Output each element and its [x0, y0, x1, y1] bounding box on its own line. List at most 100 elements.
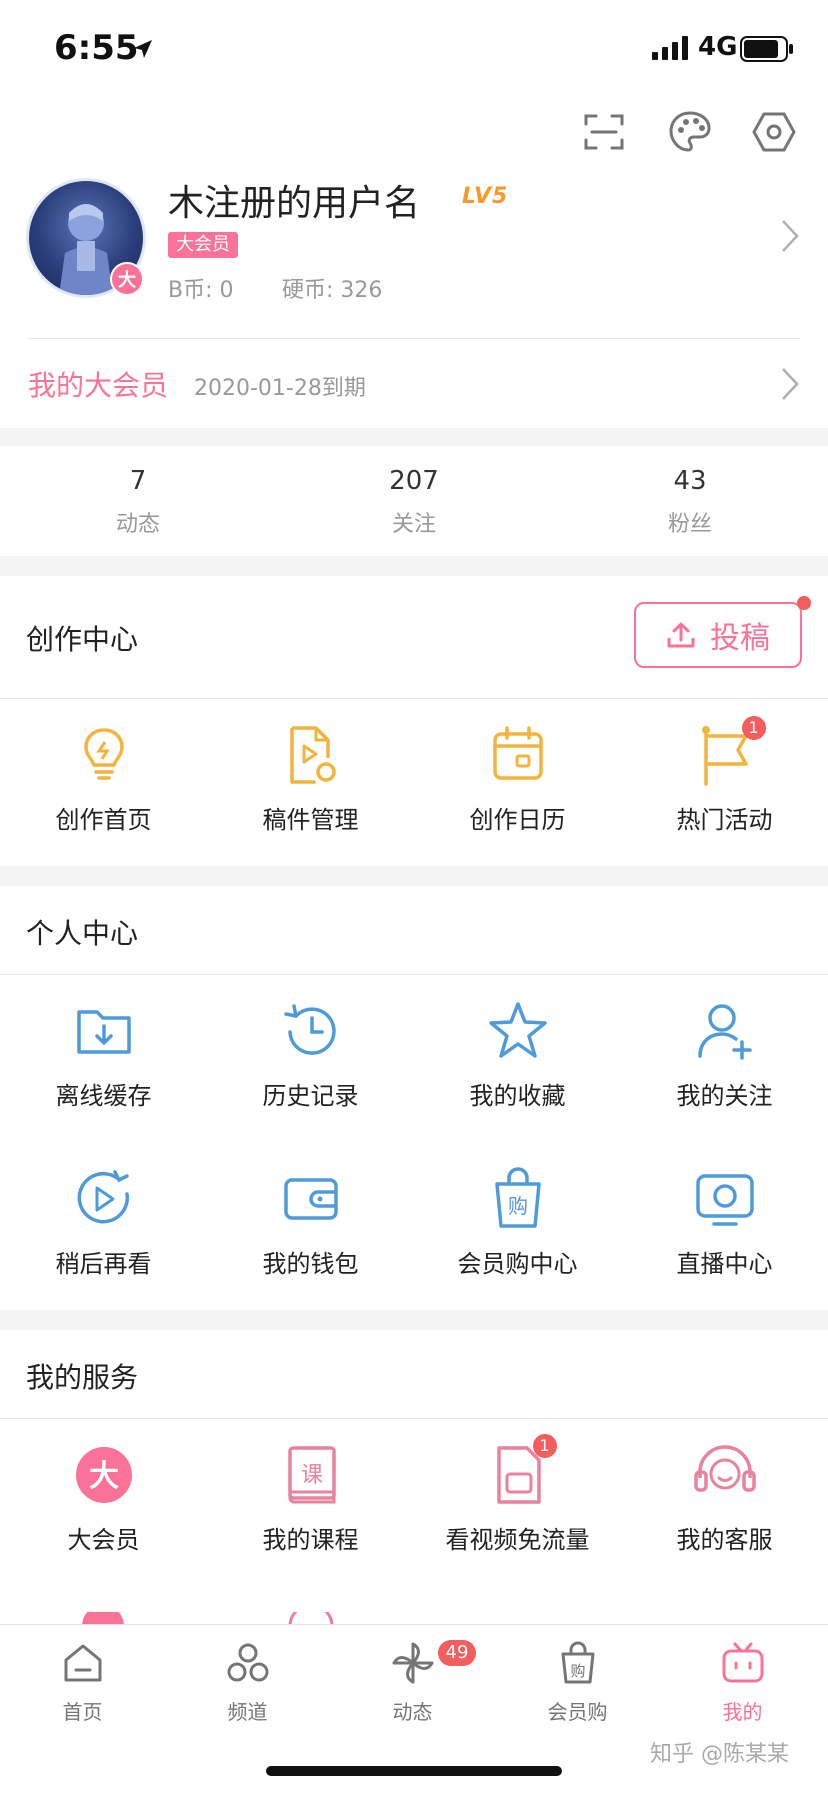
upload-button[interactable]: 投稿 — [634, 602, 802, 668]
manuscript-management[interactable]: 稿件管理 — [207, 720, 414, 835]
tv-mine-icon — [722, 1642, 763, 1683]
hard-coin-count: 硬币: 326 — [282, 278, 383, 303]
tab-mine[interactable]: 我的 — [660, 1640, 825, 1725]
svg-text:课: 课 — [300, 1463, 322, 1488]
watch-later[interactable]: 稍后再看 — [0, 1164, 207, 1279]
section-title: 创作中心 — [26, 623, 139, 656]
creation-home[interactable]: 创作首页 — [0, 720, 207, 835]
stat-dynamics[interactable]: 7 动态 — [0, 466, 276, 538]
grid-label: 热门活动 — [676, 806, 773, 834]
grid-label: 稿件管理 — [262, 806, 359, 834]
grid-label: 看视频免流量 — [445, 1526, 590, 1554]
headset-icon — [693, 1445, 756, 1492]
stat-value: 7 — [129, 466, 147, 496]
grid-label: 直播中心 — [676, 1250, 773, 1278]
watch-later-icon — [77, 1170, 129, 1224]
live-center[interactable]: 直播中心 — [621, 1164, 828, 1279]
header-divider — [28, 338, 800, 339]
tab-home[interactable]: 首页 — [0, 1640, 165, 1725]
grid-label: 创作首页 — [55, 806, 152, 834]
stat-label: 动态 — [115, 512, 160, 537]
free-data-video[interactable]: 1 看视频免流量 — [414, 1434, 621, 1555]
section-divider — [0, 974, 828, 975]
tab-channel[interactable]: 频道 — [165, 1640, 330, 1725]
grid-label: 我的钱包 — [262, 1250, 359, 1278]
tab-member-shop[interactable]: 购 会员购 — [495, 1640, 660, 1725]
download-folder-icon — [76, 1010, 131, 1054]
manuscript-icon — [289, 726, 336, 784]
grid-label: 会员购中心 — [457, 1250, 578, 1278]
dynamic-pinwheel-icon — [392, 1642, 433, 1684]
live-tv-icon — [695, 1174, 754, 1226]
stat-label: 关注 — [391, 512, 436, 537]
calendar-icon — [492, 726, 543, 780]
section-title: 个人中心 — [26, 917, 139, 950]
svg-text:大: 大 — [89, 1459, 119, 1494]
settings-icon[interactable] — [750, 108, 798, 156]
course-book-icon: 课 — [287, 1446, 336, 1504]
tab-label: 首页 — [62, 1700, 103, 1724]
upload-icon — [667, 622, 695, 648]
grid-label: 我的关注 — [676, 1082, 773, 1110]
star-icon — [488, 1002, 547, 1058]
signal-icon — [652, 36, 688, 60]
grid-label: 大会员 — [67, 1526, 140, 1554]
creation-calendar[interactable]: 创作日历 — [414, 720, 621, 835]
tab-label: 会员购 — [547, 1700, 608, 1724]
add-user-icon — [697, 1004, 752, 1060]
vip-avatar-badge: 大 — [110, 262, 144, 296]
palette-icon[interactable] — [666, 108, 714, 156]
dynamic-count-badge: 49 — [438, 1640, 476, 1666]
grid-label: 历史记录 — [262, 1082, 359, 1110]
vip-chevron-right-icon[interactable] — [780, 366, 800, 402]
grid-label: 稍后再看 — [55, 1250, 152, 1278]
my-vip-link[interactable]: 我的大会员 — [28, 364, 168, 404]
my-favorites[interactable]: 我的收藏 — [414, 996, 621, 1111]
watermark-text: 知乎 @陈某某 — [650, 1742, 789, 1767]
my-customer-service[interactable]: 我的客服 — [621, 1440, 828, 1555]
grid-label: 我的收藏 — [469, 1082, 566, 1110]
offline-cache[interactable]: 离线缓存 — [0, 996, 207, 1111]
notification-badge: 1 — [532, 1434, 557, 1458]
vip-tag: 大会员 — [168, 232, 238, 258]
svg-text:购: 购 — [570, 1662, 585, 1680]
member-shop-center[interactable]: 购 会员购中心 — [414, 1164, 621, 1279]
history-icon — [283, 1004, 336, 1055]
tab-label: 我的 — [722, 1700, 763, 1724]
grid-label: 创作日历 — [469, 806, 566, 834]
history-record[interactable]: 历史记录 — [207, 996, 414, 1111]
stat-label: 粉丝 — [667, 512, 712, 537]
network-type: 4G — [698, 32, 738, 62]
status-time: 6:55 — [54, 28, 139, 68]
grid-label: 离线缓存 — [55, 1082, 152, 1110]
stat-value: 207 — [389, 466, 439, 496]
tab-label: 频道 — [227, 1700, 268, 1724]
notification-badge: 1 — [741, 716, 766, 740]
my-wallet[interactable]: 我的钱包 — [207, 1164, 414, 1279]
upload-label: 投稿 — [710, 621, 770, 656]
battery-icon — [740, 36, 793, 62]
channel-icon — [227, 1643, 268, 1682]
my-courses[interactable]: 课 我的课程 — [207, 1440, 414, 1555]
home-indicator[interactable] — [266, 1766, 562, 1776]
grid-label: 我的客服 — [676, 1526, 773, 1554]
tab-dynamic[interactable]: 49 动态 — [330, 1640, 495, 1725]
profile-chevron-right-icon[interactable] — [780, 218, 800, 254]
big-vip[interactable]: 大 大会员 — [0, 1440, 207, 1555]
tab-label: 动态 — [392, 1700, 433, 1724]
stat-fans[interactable]: 43 粉丝 — [552, 466, 828, 538]
hot-activities[interactable]: 1 热门活动 — [621, 716, 828, 835]
section-divider — [0, 1418, 828, 1419]
my-following[interactable]: 我的关注 — [621, 996, 828, 1111]
level-badge: LV5 — [462, 184, 509, 209]
shopping-bag-icon: 购 — [494, 1167, 541, 1228]
home-icon — [64, 1644, 101, 1682]
scan-icon[interactable] — [580, 108, 628, 156]
b-coin-count: B币: 0 — [168, 278, 234, 303]
grid-label: 我的课程 — [262, 1526, 359, 1554]
stat-following[interactable]: 207 关注 — [276, 466, 552, 538]
username[interactable]: 木注册的用户名 — [168, 174, 420, 226]
vip-icon: 大 — [75, 1447, 132, 1503]
vip-expiry-date: 2020-01-28到期 — [194, 376, 366, 401]
wallet-icon — [283, 1178, 338, 1220]
